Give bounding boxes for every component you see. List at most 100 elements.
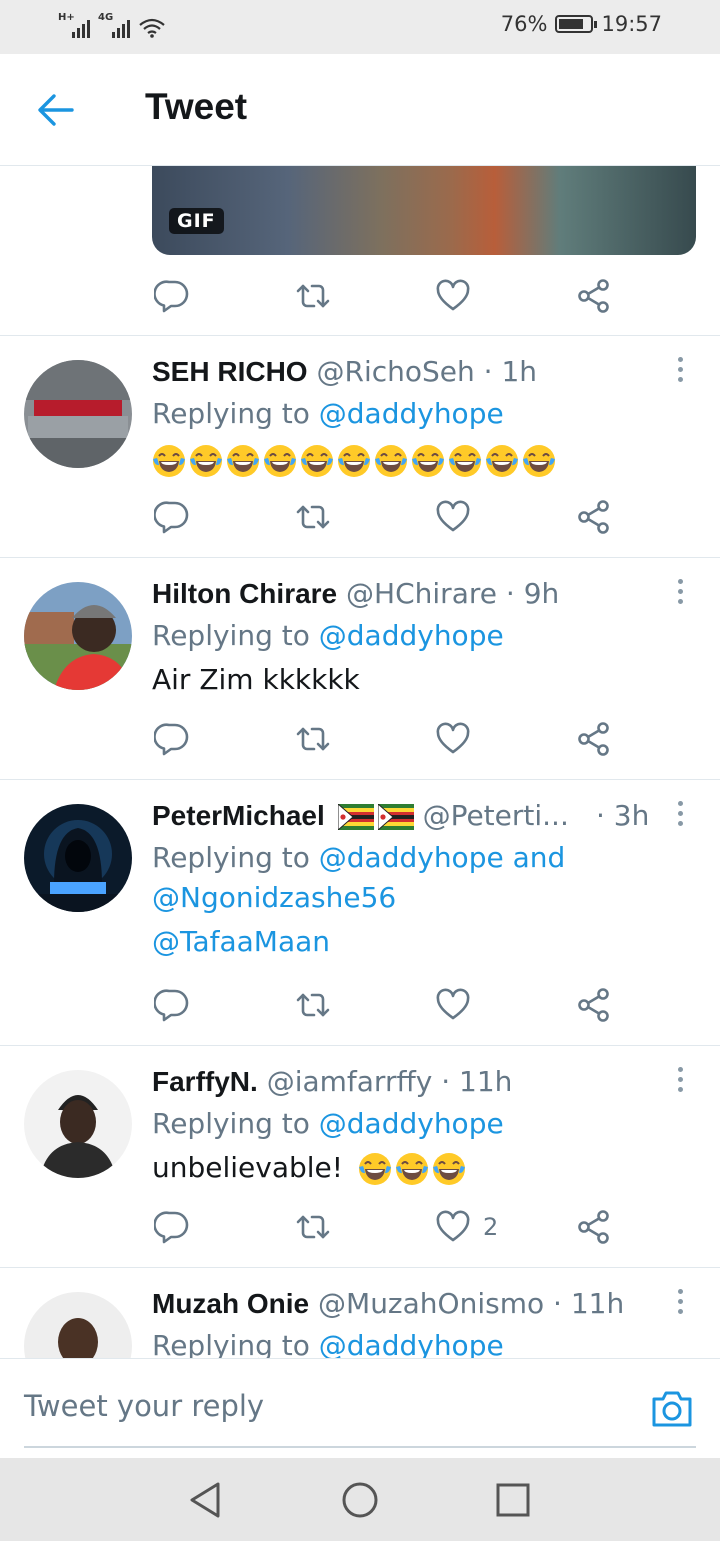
reply-button[interactable] xyxy=(154,985,190,1025)
timestamp: · 11h xyxy=(441,1065,513,1098)
replying-and: and xyxy=(503,841,566,874)
mention-link[interactable]: @daddyhope xyxy=(319,619,504,652)
gif-badge: GIF xyxy=(169,208,224,234)
retweet-button[interactable] xyxy=(295,497,331,537)
like-button[interactable]: 2 xyxy=(435,1207,498,1247)
display-name[interactable]: PeterMichael xyxy=(152,800,325,831)
like-button[interactable] xyxy=(435,497,471,537)
reply-input[interactable]: Tweet your reply xyxy=(24,1389,584,1423)
tears-of-joy-emoji xyxy=(358,1152,392,1186)
mention-link[interactable]: @daddyhope xyxy=(319,1329,504,1358)
user-handle[interactable]: @MuzahOnismo xyxy=(318,1287,544,1320)
more-icon[interactable] xyxy=(670,576,690,608)
camera-icon[interactable] xyxy=(650,1389,694,1429)
reply-feed[interactable]: GIF SEH RICHO @RichoSeh · 1h Replying to… xyxy=(0,166,720,1358)
avatar[interactable] xyxy=(24,1070,132,1178)
reply-tweet[interactable]: Muzah Onie @MuzahOnismo · 11h Replying t… xyxy=(0,1268,720,1358)
tweet-text-mention[interactable]: @TafaaMaan xyxy=(152,922,330,962)
tweet-actions xyxy=(152,985,622,1025)
reply-button[interactable] xyxy=(154,497,190,537)
retweet-icon xyxy=(295,278,331,314)
tweet-actions xyxy=(152,719,622,759)
more-icon[interactable] xyxy=(670,798,690,830)
more-icon[interactable] xyxy=(670,1064,690,1096)
retweet-button[interactable] xyxy=(295,719,331,759)
user-handle[interactable]: @RichoSeh xyxy=(316,355,474,388)
display-name[interactable]: SEH RICHO xyxy=(152,356,308,387)
nav-home-icon[interactable] xyxy=(340,1480,380,1520)
like-icon xyxy=(435,987,471,1023)
share-button[interactable] xyxy=(576,497,612,537)
battery-percent: 76% xyxy=(500,12,548,36)
more-icon[interactable] xyxy=(670,1286,690,1318)
reply-icon xyxy=(154,987,190,1023)
signal-icon: 4G xyxy=(98,12,130,38)
back-arrow-icon[interactable] xyxy=(36,90,76,130)
timestamp: · 9h xyxy=(505,577,560,610)
like-icon xyxy=(435,499,471,535)
mention-link[interactable]: @daddyhope xyxy=(319,841,504,874)
tweet-actions xyxy=(152,276,622,316)
share-button[interactable] xyxy=(576,985,612,1025)
zimbabwe-flag-icon xyxy=(337,804,374,830)
retweet-icon xyxy=(295,499,331,535)
tears-of-joy-emoji xyxy=(226,444,260,478)
tweet-actions: 2 xyxy=(152,1207,622,1247)
display-name[interactable]: Muzah Onie xyxy=(152,1288,309,1319)
display-name[interactable]: Hilton Chirare xyxy=(152,578,337,609)
reply-button[interactable] xyxy=(154,719,190,759)
user-handle[interactable]: @Peterti... xyxy=(423,799,569,832)
replying-label: Replying to xyxy=(152,841,319,874)
network-type-2: 4G xyxy=(98,12,114,23)
reply-icon xyxy=(154,499,190,535)
signal-icon: H+ xyxy=(58,12,90,38)
tweet-header: PeterMichael @Peterti... xyxy=(152,796,652,836)
gif-media[interactable]: GIF xyxy=(152,166,696,255)
share-button[interactable] xyxy=(576,719,612,759)
share-icon xyxy=(576,721,612,757)
avatar[interactable] xyxy=(24,582,132,690)
tweet-header: SEH RICHO @RichoSeh · 1h xyxy=(152,352,652,392)
avatar[interactable] xyxy=(24,804,132,912)
mention-link[interactable]: @daddyhope xyxy=(319,1107,504,1140)
user-handle[interactable]: @HChirare xyxy=(346,577,497,610)
zimbabwe-flag-icon xyxy=(377,804,414,830)
avatar[interactable] xyxy=(24,360,132,468)
share-button[interactable] xyxy=(576,276,612,316)
retweet-button[interactable] xyxy=(295,276,331,316)
user-handle[interactable]: @iamfarrffy xyxy=(267,1065,433,1098)
replying-to: Replying to @daddyhope xyxy=(152,1104,504,1144)
tears-of-joy-emoji xyxy=(152,444,186,478)
avatar[interactable] xyxy=(24,1292,132,1358)
tears-of-joy-emoji xyxy=(337,444,371,478)
timestamp: · 3h xyxy=(596,799,650,832)
retweet-button[interactable] xyxy=(295,1207,331,1247)
tears-of-joy-emoji xyxy=(189,444,223,478)
display-name[interactable]: FarffyN. xyxy=(152,1066,258,1097)
mention-link[interactable]: @Ngonidzashe56 xyxy=(152,881,396,914)
like-button[interactable] xyxy=(435,985,471,1025)
replying-label: Replying to xyxy=(152,619,319,652)
mention-link[interactable]: @daddyhope xyxy=(319,397,504,430)
tweet-header: Muzah Onie @MuzahOnismo · 11h xyxy=(152,1284,652,1324)
reply-button[interactable] xyxy=(154,276,190,316)
reply-tweet[interactable]: PeterMichael @Peterti... · 3h Replying t… xyxy=(0,780,720,1045)
share-button[interactable] xyxy=(576,1207,612,1247)
tweet-header: FarffyN. @iamfarrffy · 11h xyxy=(152,1062,652,1102)
reply-tweet[interactable]: SEH RICHO @RichoSeh · 1h Replying to @da… xyxy=(0,336,720,557)
nav-recents-icon[interactable] xyxy=(493,1480,533,1520)
reply-tweet[interactable]: Hilton Chirare @HChirare · 9h Replying t… xyxy=(0,558,720,779)
tweet-text xyxy=(152,440,559,480)
tweet-text: unbelievable! xyxy=(152,1148,469,1188)
replying-to: Replying to @daddyhope xyxy=(152,394,504,434)
system-navigation-bar xyxy=(0,1458,720,1541)
like-button[interactable] xyxy=(435,276,471,316)
reply-tweet[interactable]: FarffyN. @iamfarrffy · 11h Replying to @… xyxy=(0,1046,720,1267)
replying-label: Replying to xyxy=(152,1107,319,1140)
nav-back-icon[interactable] xyxy=(186,1480,226,1520)
tweet-text-content: unbelievable! xyxy=(152,1151,344,1184)
reply-button[interactable] xyxy=(154,1207,190,1247)
retweet-button[interactable] xyxy=(295,985,331,1025)
more-icon[interactable] xyxy=(670,354,690,386)
like-button[interactable] xyxy=(435,719,471,759)
